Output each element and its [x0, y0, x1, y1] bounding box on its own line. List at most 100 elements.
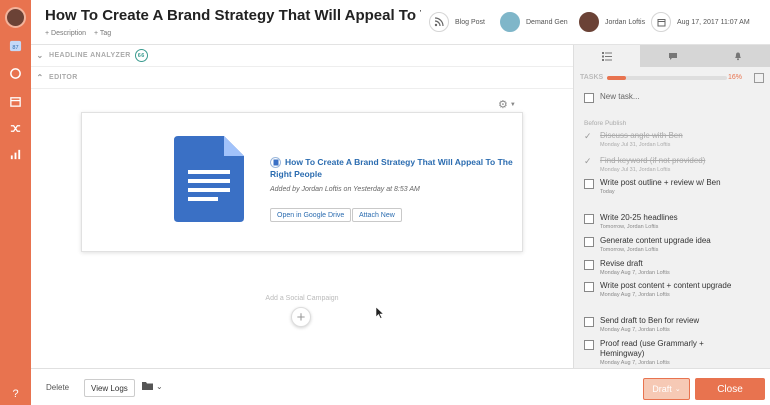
task-checkbox[interactable]: [584, 340, 594, 350]
task-checkbox[interactable]: [584, 237, 594, 247]
tasks-progress-fill: [607, 76, 627, 80]
new-task-checkbox[interactable]: [584, 93, 594, 103]
chevron-down-icon: ⌄: [156, 381, 163, 391]
task-item[interactable]: Write post outline + review w/ Ben Today: [584, 178, 744, 197]
doc-meta: Added by Jordan Loftis on Yesterday at 8…: [270, 186, 420, 193]
tab-notifications[interactable]: [705, 45, 770, 67]
task-item[interactable]: Proof read (use Grammarly + Hemingway) Mo…: [584, 339, 744, 368]
task-item[interactable]: Revise draft Monday Aug 7, Jordan Loftis: [584, 259, 744, 278]
folder-dropdown[interactable]: ⌄: [142, 381, 163, 391]
date-chip[interactable]: Aug 17, 2017 11:07 AM: [651, 12, 750, 32]
bar-chart-icon[interactable]: [8, 147, 23, 162]
campaign-icon: [500, 12, 520, 32]
calendar-icon[interactable]: [8, 94, 23, 109]
doc-title-link[interactable]: How To Create A Brand Strategy That Will…: [270, 157, 516, 181]
author-label: Jordan Loftis: [605, 18, 646, 26]
comment-icon: [668, 52, 677, 60]
calendar-badge-icon[interactable]: 87: [8, 38, 23, 53]
add-social-campaign-label: Add a Social Campaign: [265, 295, 339, 302]
task-text: Send draft to Ben for review: [600, 316, 700, 325]
task-meta: Monday Jul 31, Jordan Loftis: [600, 142, 671, 148]
task-meta: Monday Aug 7, Jordan Loftis: [600, 360, 670, 366]
task-text: Generate content upgrade idea: [600, 236, 711, 245]
tab-comments[interactable]: [639, 45, 706, 67]
plus-icon: +: [296, 308, 306, 326]
chevron-down-icon: ⌄: [36, 51, 44, 60]
task-text: Write post outline + review w/ Ben: [600, 178, 721, 187]
delete-button[interactable]: Delete: [46, 383, 69, 392]
help-icon[interactable]: ?: [8, 386, 23, 401]
bell-icon: [735, 52, 742, 61]
google-doc-card: How To Create A Brand Strategy That Will…: [81, 112, 523, 252]
headline-score-badge[interactable]: 66: [134, 49, 148, 62]
task-item[interactable]: Generate content upgrade idea Tomorrow, J…: [584, 236, 744, 255]
draft-status-button[interactable]: Draft ⌄: [643, 378, 690, 400]
date-label: Aug 17, 2017 11:07 AM: [677, 18, 750, 26]
add-description-link[interactable]: + Description: [45, 30, 86, 37]
task-text: Discuss angle with Ben: [600, 131, 683, 140]
task-text: Write post content + content upgrade: [600, 281, 732, 290]
task-meta: Monday Jul 31, Jordan Loftis: [600, 167, 671, 173]
mouse-cursor-icon: [376, 307, 384, 319]
headline-analyzer-section[interactable]: ⌄ HEADLINE ANALYZER 66: [31, 45, 573, 67]
tasks-panel: TASKS 16% New task... Before Publish ✓ Di…: [573, 45, 770, 368]
new-task-row[interactable]: New task...: [584, 92, 744, 103]
gear-icon: ⚙: [498, 99, 508, 111]
task-meta: Monday Aug 7, Jordan Loftis: [600, 270, 670, 276]
campaign-chip[interactable]: Demand Gen: [500, 12, 568, 32]
user-avatar[interactable]: [5, 7, 26, 28]
task-item[interactable]: Write 20-25 headlines Tomorrow, Jordan Lo…: [584, 213, 744, 232]
task-content: Revise draft Monday Aug 7, Jordan Loftis: [600, 259, 670, 278]
task-item[interactable]: ✓ Discuss angle with Ben Monday Jul 31, Jo…: [584, 131, 744, 150]
task-checkbox[interactable]: [584, 179, 594, 189]
post-type-label: Blog Post: [455, 18, 485, 26]
tasks-label: TASKS: [580, 74, 604, 81]
task-meta: Monday Aug 7, Jordan Loftis: [600, 327, 670, 333]
svg-text:87: 87: [12, 45, 18, 51]
add-tag-link[interactable]: + Tag: [94, 30, 111, 37]
task-checkbox[interactable]: [584, 214, 594, 224]
headline-analyzer-label: HEADLINE ANALYZER: [49, 52, 131, 59]
task-item[interactable]: Write post content + content upgrade Mond…: [584, 281, 744, 300]
circle-icon[interactable]: [8, 66, 23, 81]
new-task-input[interactable]: New task...: [600, 92, 640, 103]
post-title[interactable]: How To Create A Brand Strategy That Will…: [45, 7, 421, 24]
task-checkbox[interactable]: [584, 260, 594, 270]
editor-label: EDITOR: [49, 74, 78, 81]
task-meta: Tomorrow, Jordan Loftis: [600, 247, 659, 253]
add-social-campaign-button[interactable]: +: [291, 307, 311, 327]
task-content: Write 20-25 headlines Tomorrow, Jordan Lo…: [600, 213, 678, 232]
task-content: Send draft to Ben for review Monday Aug 7…: [600, 316, 699, 335]
settings-dropdown[interactable]: ⚙ ▼: [498, 98, 516, 111]
shuffle-icon[interactable]: [8, 121, 23, 136]
close-button[interactable]: Close: [695, 378, 765, 400]
task-item[interactable]: Send draft to Ben for review Monday Aug 7…: [584, 316, 744, 335]
task-meta: Today: [600, 189, 615, 195]
post-type-chip[interactable]: Blog Post: [429, 12, 485, 32]
task-content: Write post outline + review w/ Ben Today: [600, 178, 721, 197]
chevron-down-icon: ⌄: [674, 386, 681, 393]
checkmark-icon[interactable]: ✓: [584, 131, 594, 150]
open-in-google-drive-button[interactable]: Open in Google Drive: [270, 208, 352, 222]
task-content: Discuss angle with Ben Monday Jul 31, Jor…: [600, 131, 683, 150]
task-checkbox[interactable]: [584, 282, 594, 292]
view-logs-button[interactable]: View Logs: [84, 379, 135, 397]
editor-section[interactable]: ⌃ EDITOR: [31, 67, 573, 89]
panel-tabs: [574, 45, 770, 67]
task-group-label: Before Publish: [584, 120, 627, 127]
campaign-label: Demand Gen: [526, 18, 568, 26]
tasks-percent: 16%: [728, 74, 743, 81]
folder-icon: [142, 382, 153, 390]
attach-new-button[interactable]: Attach New: [352, 208, 402, 222]
tab-tasks[interactable]: [574, 45, 640, 67]
checkmark-icon[interactable]: ✓: [584, 156, 594, 175]
task-item[interactable]: ✓ Find keyword (if not provided) Monday Ju…: [584, 156, 744, 175]
task-checkbox[interactable]: [584, 317, 594, 327]
author-avatar: [579, 12, 599, 32]
grid-view-icon[interactable]: [754, 73, 764, 83]
task-content: Write post content + content upgrade Mond…: [600, 281, 731, 300]
google-doc-icon[interactable]: [174, 136, 244, 222]
author-chip[interactable]: Jordan Loftis: [579, 12, 645, 32]
header: How To Create A Brand Strategy That Will…: [31, 0, 770, 45]
list-icon: [601, 51, 612, 61]
